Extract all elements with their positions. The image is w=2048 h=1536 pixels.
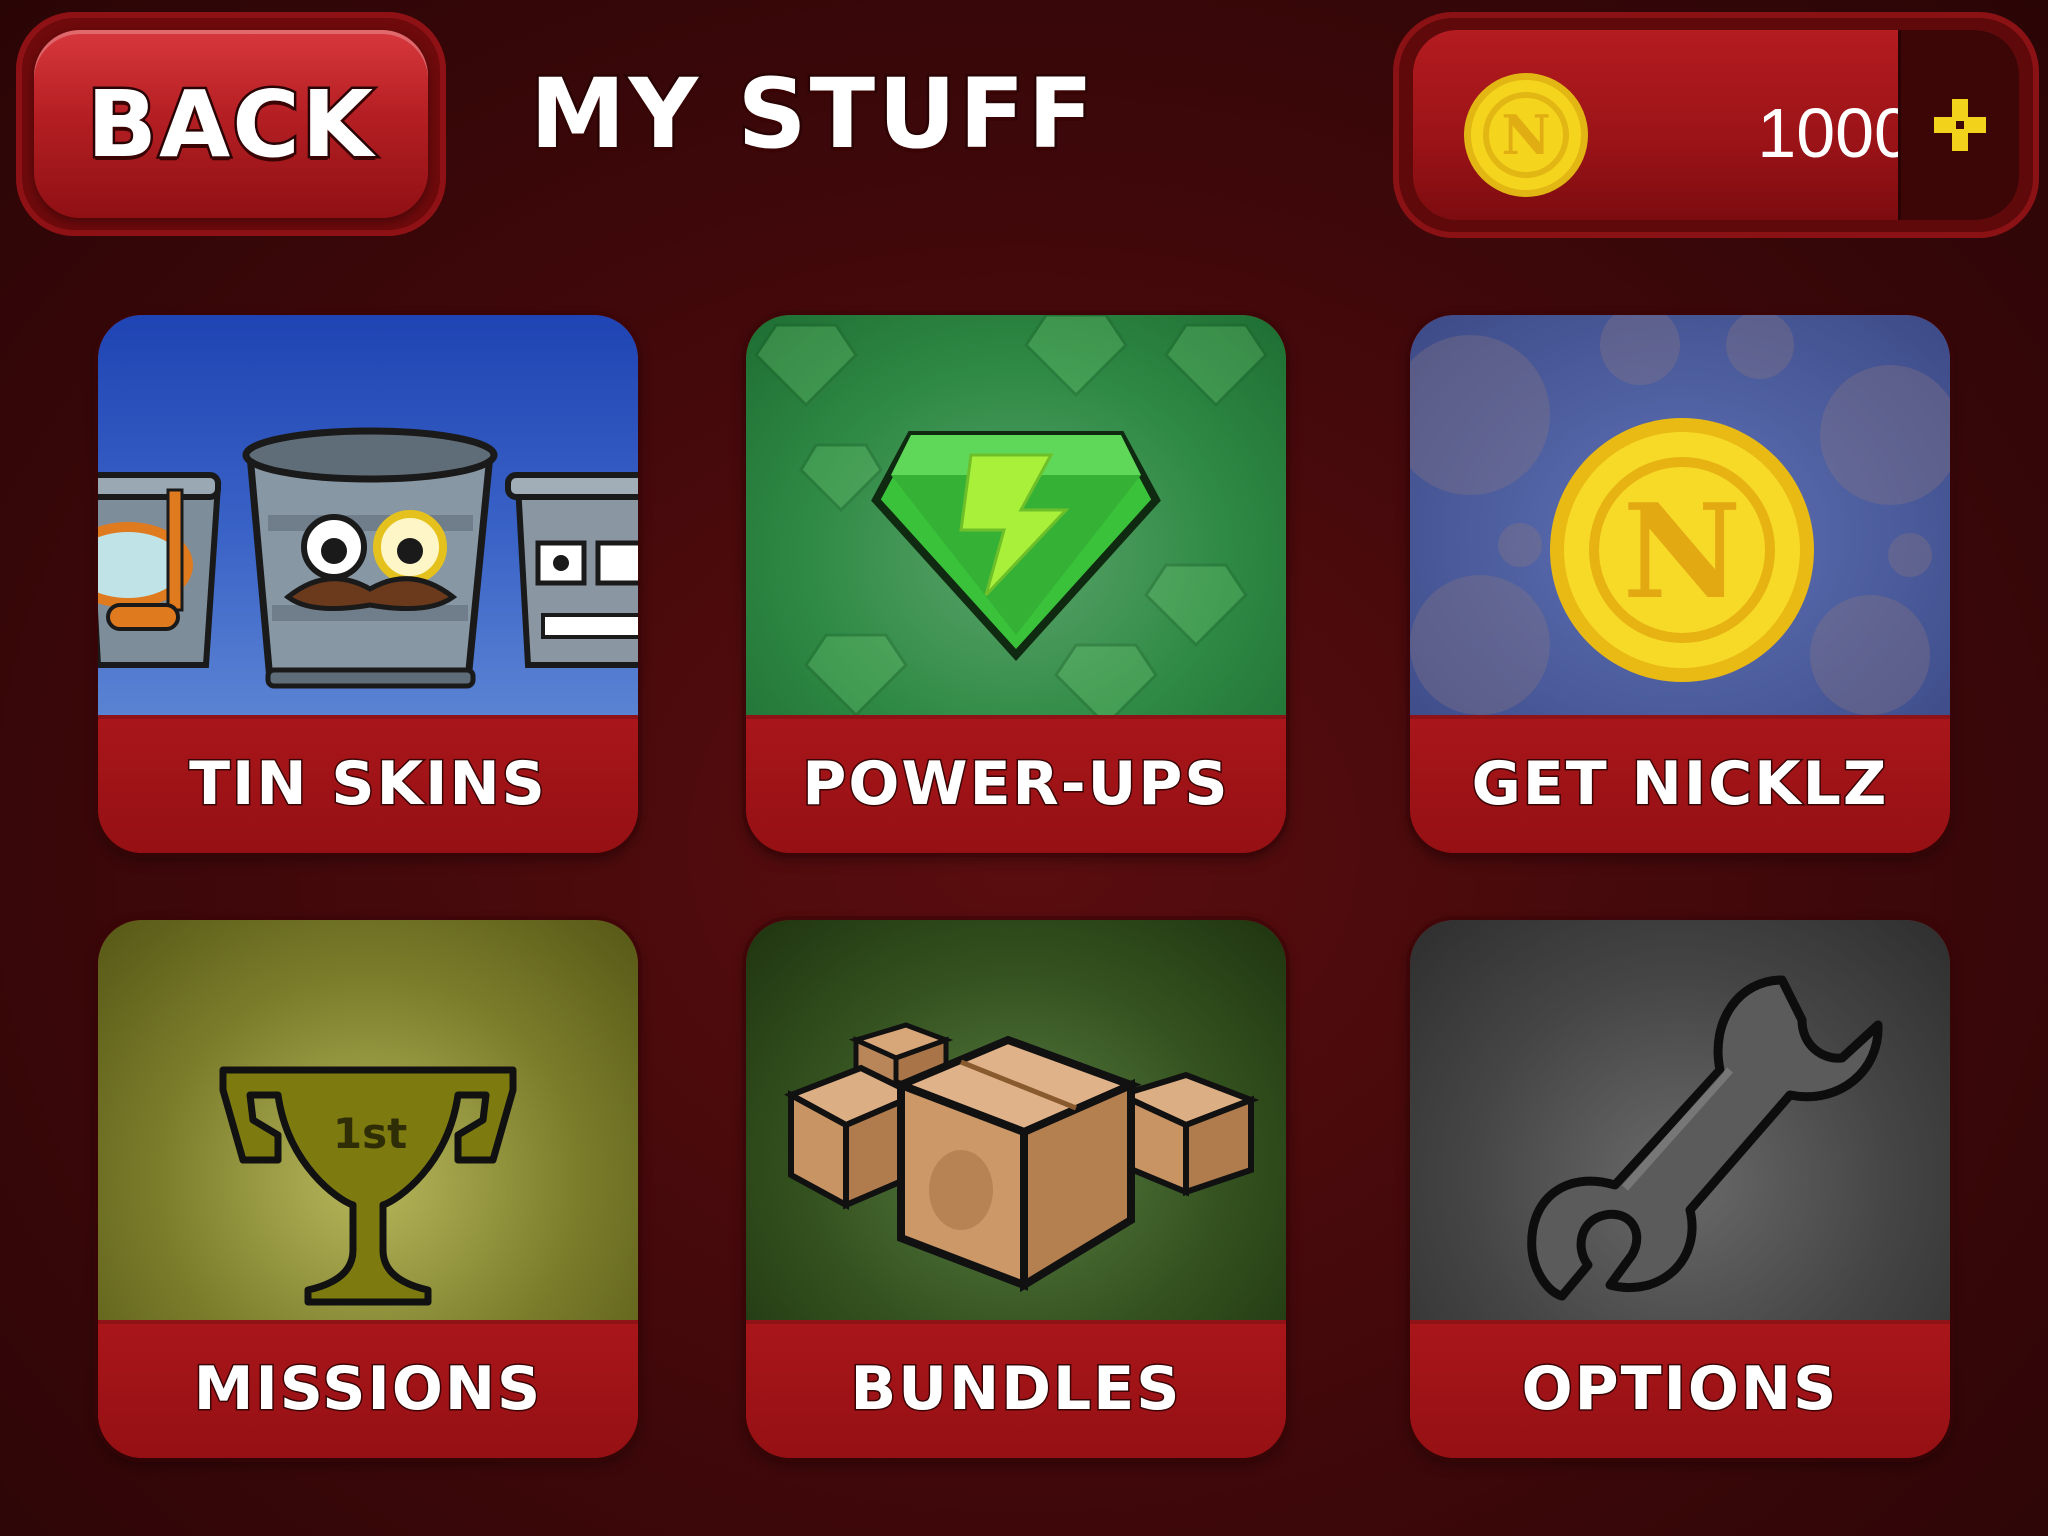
nicklz-coin-icon: N: [1461, 70, 1591, 200]
tile-banner: GET NICKLZ: [1410, 715, 1950, 853]
power-ups-art: [746, 315, 1286, 715]
coin-letter: N: [1501, 103, 1550, 167]
wrench-icon: [1527, 975, 1883, 1301]
back-button[interactable]: BACK: [16, 12, 446, 236]
tile-get-nicklz[interactable]: N GET NICKLZ: [1410, 315, 1950, 853]
trophy-text: 1st: [333, 1109, 407, 1158]
tile-banner: TIN SKINS: [98, 715, 638, 853]
tile-bundles[interactable]: BUNDLES: [746, 920, 1286, 1458]
tile-label: GET NICKLZ: [1470, 748, 1889, 821]
tile-tin-skins[interactable]: TIN SKINS: [98, 315, 638, 853]
tile-label: POWER-UPS: [801, 748, 1230, 821]
lightning-gem-icon: [754, 315, 1268, 715]
bundles-art: [746, 920, 1286, 1320]
tile-missions[interactable]: 1st MISSIONS: [98, 920, 638, 1458]
add-coins-button[interactable]: [1898, 30, 2019, 220]
tile-label: TIN SKINS: [188, 748, 547, 821]
tin-skins-art: [98, 315, 638, 715]
missions-art: 1st: [98, 920, 638, 1320]
tile-banner: BUNDLES: [746, 1320, 1286, 1458]
tile-banner: OPTIONS: [1410, 1320, 1950, 1458]
currency-bar: N 1000: [1413, 30, 2019, 220]
tile-label: BUNDLES: [849, 1353, 1182, 1426]
tin-can-characters-icon: [98, 427, 638, 689]
trophy-icon: 1st: [219, 1066, 517, 1306]
tile-label: MISSIONS: [192, 1353, 543, 1426]
options-art: [1410, 920, 1950, 1320]
get-nicklz-art: N: [1410, 315, 1950, 715]
tile-banner: POWER-UPS: [746, 715, 1286, 853]
svg-text:N: N: [1623, 475, 1742, 628]
page-title: MY STUFF: [527, 56, 1097, 173]
tile-power-ups[interactable]: POWER-UPS: [746, 315, 1286, 853]
tile-banner: MISSIONS: [98, 1320, 638, 1458]
boxes-icon: [783, 1022, 1260, 1293]
tile-options[interactable]: OPTIONS: [1410, 920, 1950, 1458]
back-button-face[interactable]: BACK: [34, 30, 428, 218]
nicklz-coin-icon: N: [1410, 315, 1950, 715]
plus-icon: [1934, 99, 1986, 151]
back-button-label: BACK: [84, 68, 376, 180]
currency-panel: N 1000: [1393, 12, 2039, 238]
tile-label: OPTIONS: [1520, 1353, 1839, 1426]
coin-amount: 1000: [1757, 94, 1913, 172]
